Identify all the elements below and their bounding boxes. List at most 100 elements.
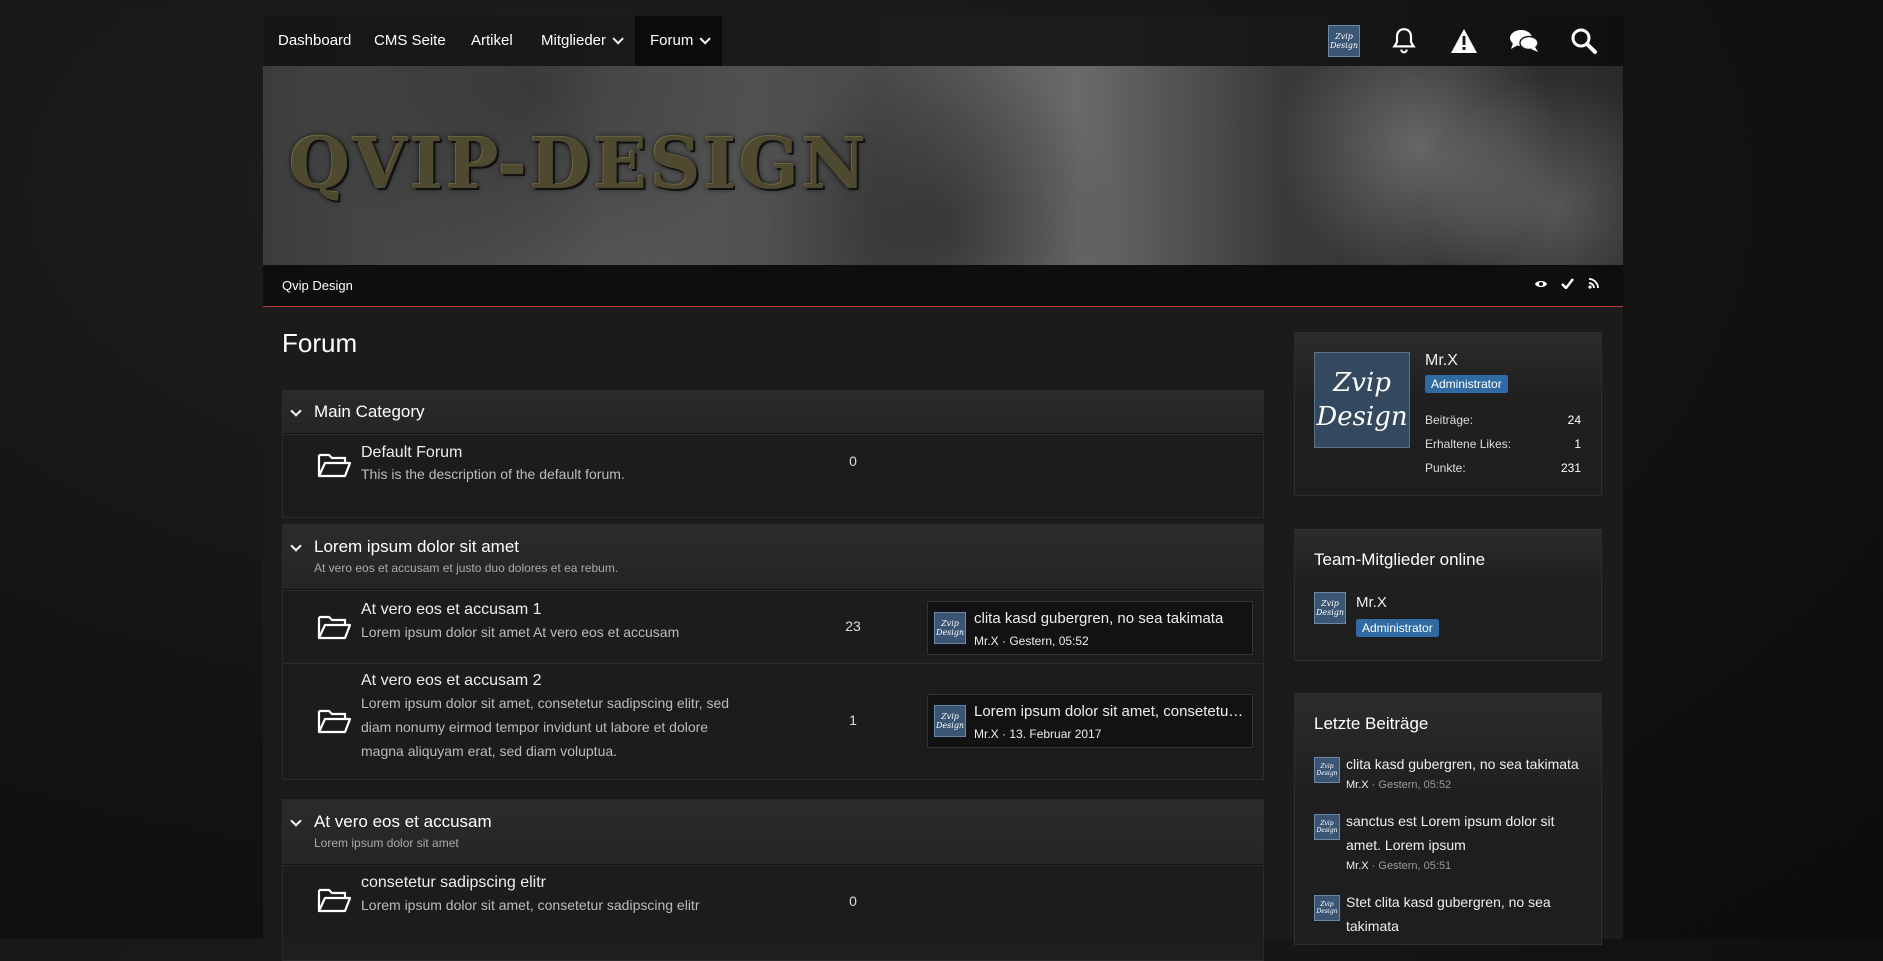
- thread-count: 23: [845, 618, 861, 634]
- category-title[interactable]: Lorem ipsum dolor sit amet: [314, 537, 519, 557]
- nav-dashboard[interactable]: Dashboard: [263, 16, 366, 66]
- checkmark-icon[interactable]: [1559, 277, 1575, 293]
- category-title[interactable]: At vero eos et accusam: [314, 812, 492, 832]
- collapse-toggle-icon[interactable]: [291, 407, 301, 417]
- category-header: At vero eos et accusam Lorem ipsum dolor…: [283, 800, 1263, 865]
- recent-post-title[interactable]: Stet clita kasd gubergren, no sea takima…: [1346, 890, 1586, 938]
- category-description: At vero eos et accusam et justo duo dolo…: [314, 561, 619, 575]
- stat-value: 1: [1574, 437, 1581, 451]
- conversations-button[interactable]: [1507, 24, 1541, 58]
- box-title: Letzte Beiträge: [1314, 714, 1429, 733]
- bell-icon: [1392, 28, 1416, 54]
- forum-row: At vero eos et accusam 2 Lorem ipsum dol…: [283, 663, 1263, 779]
- username[interactable]: Mr.X: [1425, 352, 1458, 370]
- avatar[interactable]: Zvip Design: [1314, 352, 1410, 448]
- nav-label: CMS Seite: [374, 32, 446, 49]
- forum-category: Lorem ipsum dolor sit amet At vero eos e…: [282, 524, 1264, 780]
- avatar-text: Zvip Design: [1315, 599, 1345, 617]
- nav-mitglieder[interactable]: Mitglieder: [526, 16, 635, 66]
- avatar[interactable]: Zvip Design: [1314, 814, 1340, 840]
- forum-row: consetetur sadipscing elitr Lorem ipsum …: [283, 865, 1263, 938]
- avatar-text: Zvip Design: [1316, 368, 1408, 432]
- forum-description-line: magna aliquyam erat, sed diam voluptua.: [361, 743, 618, 759]
- moderation-button[interactable]: [1447, 24, 1481, 58]
- user-info-box: Zvip Design Mr.X Administrator Beiträge:…: [1294, 332, 1602, 496]
- box-title: Team-Mitglieder online: [1314, 550, 1486, 569]
- recent-post-title[interactable]: sanctus est Lorem ipsum dolor sit amet. …: [1346, 809, 1586, 857]
- recent-post-user[interactable]: Mr.X: [1346, 779, 1369, 791]
- folder-open-icon: [317, 453, 351, 478]
- last-post-box[interactable]: Zvip Design clita kasd gubergren, no sea…: [927, 601, 1253, 655]
- collapse-toggle-icon[interactable]: [291, 817, 301, 827]
- nav-cms-seite[interactable]: CMS Seite: [359, 16, 461, 66]
- forum-description: Lorem ipsum dolor sit amet At vero eos e…: [361, 624, 680, 640]
- forum-category: Main Category Default Forum This is the …: [282, 390, 1264, 518]
- avatar-text: Zvip Design: [1316, 820, 1338, 834]
- breadcrumb-bar: Qvip Design: [263, 265, 1623, 307]
- forum-description-line: diam nonumy eirmod tempor invidunt ut la…: [361, 719, 709, 735]
- nav-label: Artikel: [471, 32, 513, 49]
- forum-title[interactable]: consetetur sadipscing elitr: [361, 874, 546, 892]
- last-post-title[interactable]: Lorem ipsum dolor sit amet, consetetur s…: [974, 703, 1246, 720]
- category-description: Lorem ipsum dolor sit amet: [314, 836, 459, 850]
- team-member-name[interactable]: Mr.X: [1356, 594, 1387, 611]
- nav-label: Mitglieder: [541, 32, 607, 49]
- recent-post-user[interactable]: Mr.X: [1346, 860, 1369, 872]
- last-post-user[interactable]: Mr.X: [974, 634, 999, 648]
- last-post-box[interactable]: Zvip Design Lorem ipsum dolor sit amet, …: [927, 694, 1253, 748]
- user-menu-button[interactable]: Zvip Design: [1327, 24, 1361, 58]
- search-button[interactable]: [1567, 24, 1601, 58]
- stat-label: Beiträge:: [1425, 413, 1474, 427]
- forum-row: Default Forum This is the description of…: [283, 434, 1263, 517]
- forum-description-line: Lorem ipsum dolor sit amet, consetetur s…: [361, 695, 730, 711]
- rss-icon[interactable]: [1585, 277, 1601, 293]
- avatar[interactable]: Zvip Design: [1314, 757, 1340, 783]
- thread-count: 1: [849, 712, 857, 728]
- avatar[interactable]: Zvip Design: [1314, 592, 1346, 624]
- chevron-down-icon: [612, 33, 624, 45]
- nav-forum[interactable]: Forum: [635, 16, 723, 66]
- forum-title[interactable]: Default Forum: [361, 444, 462, 462]
- nav-artikel[interactable]: Artikel: [456, 16, 528, 66]
- site-logo[interactable]: QVIP-DESIGN: [289, 122, 869, 205]
- page-title: Forum: [282, 328, 358, 358]
- category-title[interactable]: Main Category: [314, 402, 425, 422]
- notifications-button[interactable]: [1387, 24, 1421, 58]
- forum-category: At vero eos et accusam Lorem ipsum dolor…: [282, 799, 1264, 961]
- header-banner: QVIP-DESIGN: [263, 66, 1623, 265]
- chat-icon: [1510, 30, 1539, 52]
- avatar-text: Zvip Design: [1316, 901, 1338, 915]
- last-post-meta: Mr.X · 13. Februar 2017: [974, 727, 1102, 741]
- chevron-down-icon: [699, 33, 712, 45]
- avatar: Zvip Design: [1328, 25, 1360, 57]
- recent-post-meta: Mr.X · Gestern, 05:52: [1346, 779, 1452, 791]
- last-post-time: 13. Februar 2017: [1009, 727, 1102, 741]
- warning-icon: [1451, 29, 1477, 53]
- forum-description: This is the description of the default f…: [361, 466, 625, 482]
- last-post-title[interactable]: clita kasd gubergren, no sea takimata: [974, 610, 1246, 627]
- breadcrumb[interactable]: Qvip Design: [282, 265, 353, 306]
- eye-icon[interactable]: [1533, 277, 1549, 293]
- last-post-time: Gestern, 05:52: [1009, 634, 1089, 648]
- recent-post-meta: Mr.X · Gestern, 05:51: [1346, 860, 1452, 872]
- forum-title[interactable]: At vero eos et accusam 1: [361, 601, 542, 619]
- recent-post-title[interactable]: clita kasd gubergren, no sea takimata: [1346, 752, 1586, 776]
- recent-post-time: Gestern, 05:52: [1378, 779, 1452, 791]
- avatar[interactable]: Zvip Design: [1314, 895, 1340, 921]
- thread-count: 0: [849, 893, 857, 909]
- forum-row: At vero eos et accusam 1 Lorem ipsum dol…: [283, 590, 1263, 663]
- stat-label: Erhaltene Likes:: [1425, 437, 1512, 451]
- search-icon: [1571, 28, 1597, 54]
- thread-count: 0: [849, 453, 857, 469]
- collapse-toggle-icon[interactable]: [291, 542, 301, 552]
- last-post-user[interactable]: Mr.X: [974, 727, 999, 741]
- folder-open-icon: [317, 709, 351, 734]
- page-wrapper: Dashboard CMS Seite Artikel Mitglieder F…: [263, 16, 1623, 961]
- forum-title[interactable]: At vero eos et accusam 2: [361, 672, 542, 690]
- category-header: Main Category: [283, 391, 1263, 434]
- folder-open-icon: [317, 615, 351, 640]
- avatar: Zvip Design: [934, 612, 966, 644]
- team-online-box: Team-Mitglieder online Zvip Design Mr.X …: [1294, 529, 1602, 661]
- forum-description: Lorem ipsum dolor sit amet, consetetur s…: [361, 897, 700, 913]
- stat-value: 24: [1567, 413, 1581, 427]
